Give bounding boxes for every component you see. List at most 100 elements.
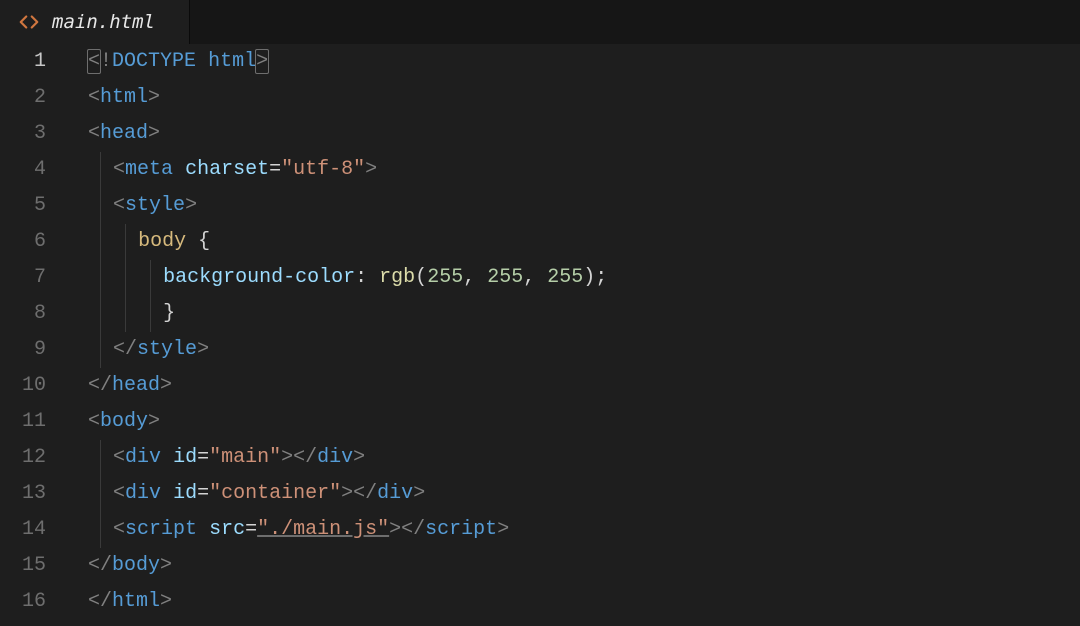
token-semi: ;: [595, 266, 607, 289]
token-doctype-kw: html: [208, 50, 256, 73]
line-number: 14: [0, 512, 46, 548]
token-punct: >: [365, 158, 377, 181]
token-string: "container": [209, 482, 341, 505]
token-punct: >: [148, 122, 160, 145]
token-punct: >: [160, 554, 172, 577]
code-line[interactable]: </head>: [88, 368, 1080, 404]
code-line[interactable]: <script src="./main.js"></script>: [88, 512, 1080, 548]
code-line[interactable]: }: [88, 296, 1080, 332]
code-line[interactable]: <html>: [88, 80, 1080, 116]
code-area[interactable]: <!DOCTYPE html><html><head> <meta charse…: [66, 44, 1080, 626]
editor[interactable]: 12345678910111213141516 <!DOCTYPE html><…: [0, 44, 1080, 626]
code-line[interactable]: </style>: [88, 332, 1080, 368]
line-number: 2: [0, 80, 46, 116]
tab-title: main.html: [52, 11, 155, 33]
token-num: 255: [427, 266, 463, 289]
gutter: 12345678910111213141516: [0, 44, 66, 626]
token-punct: >: [148, 86, 160, 109]
code-line[interactable]: <body>: [88, 404, 1080, 440]
token-tag: div: [317, 446, 353, 469]
token-text: ,: [463, 266, 487, 289]
indent-guide: [125, 296, 138, 332]
indent-guide: [125, 224, 138, 260]
token-tag: div: [125, 446, 161, 469]
line-number: 12: [0, 440, 46, 476]
token-eq: =: [269, 158, 281, 181]
tab-bar: main.html: [0, 0, 1080, 44]
token-punct: >: [160, 374, 172, 397]
token-text: [161, 482, 173, 505]
token-tag: body: [100, 410, 148, 433]
token-string: "utf-8": [281, 158, 365, 181]
token-text: ,: [523, 266, 547, 289]
code-line[interactable]: </html>: [88, 584, 1080, 620]
token-attr: src: [209, 518, 245, 541]
line-number: 8: [0, 296, 46, 332]
indent-guide: [150, 260, 163, 296]
token-punct: <: [88, 122, 100, 145]
token-tag: style: [137, 338, 197, 361]
token-string: "./main.js": [257, 518, 389, 541]
token-tag: html: [112, 590, 160, 613]
tab-main-html[interactable]: main.html: [0, 0, 190, 44]
code-line[interactable]: <!DOCTYPE html>: [88, 44, 1080, 80]
token-eq: =: [197, 446, 209, 469]
token-tag: body: [112, 554, 160, 577]
code-line[interactable]: <div id="container"></div>: [88, 476, 1080, 512]
token-brace: ): [583, 266, 595, 289]
indent-guide: [100, 440, 113, 476]
token-text: [196, 50, 208, 73]
code-line[interactable]: <meta charset="utf-8">: [88, 152, 1080, 188]
token-punct: </: [88, 590, 112, 613]
token-tag: div: [125, 482, 161, 505]
token-punct: >: [185, 194, 197, 217]
token-prop: background-color: [163, 266, 355, 289]
line-number: 4: [0, 152, 46, 188]
code-line[interactable]: <head>: [88, 116, 1080, 152]
token-punct: </: [88, 374, 112, 397]
token-tag: head: [112, 374, 160, 397]
code-line[interactable]: <style>: [88, 188, 1080, 224]
line-number: 13: [0, 476, 46, 512]
code-line[interactable]: <div id="main"></div>: [88, 440, 1080, 476]
indent-guide: [100, 188, 113, 224]
token-colon: :: [355, 266, 367, 289]
token-string: "main": [209, 446, 281, 469]
token-punct: >: [281, 446, 293, 469]
token-eq: =: [197, 482, 209, 505]
token-attr: charset: [185, 158, 269, 181]
token-tag: script: [425, 518, 497, 541]
token-attr: id: [173, 446, 197, 469]
line-number: 11: [0, 404, 46, 440]
token-func: rgb: [379, 266, 415, 289]
token-tag: head: [100, 122, 148, 145]
indent-guide: [100, 260, 113, 296]
code-line[interactable]: background-color: rgb(255, 255, 255);: [88, 260, 1080, 296]
indent-guide: [100, 152, 113, 188]
line-number: 15: [0, 548, 46, 584]
indent-guide: [100, 224, 113, 260]
token-text: [186, 230, 198, 253]
line-number: 7: [0, 260, 46, 296]
token-punct: >: [341, 482, 353, 505]
token-punct: >: [148, 410, 160, 433]
token-brace: {: [198, 230, 210, 253]
token-punct: >: [256, 50, 268, 73]
token-punct: !: [100, 50, 112, 73]
token-punct: </: [353, 482, 377, 505]
token-punct: <: [113, 194, 125, 217]
indent-guide: [100, 476, 113, 512]
indent-guide: [150, 296, 163, 332]
token-brace: }: [163, 302, 175, 325]
token-punct: >: [197, 338, 209, 361]
token-tag: DOCTYPE: [112, 50, 196, 73]
token-tag: div: [377, 482, 413, 505]
token-punct: <: [88, 410, 100, 433]
token-punct: </: [401, 518, 425, 541]
code-line[interactable]: </body>: [88, 548, 1080, 584]
token-punct: >: [413, 482, 425, 505]
token-punct: <: [113, 446, 125, 469]
token-punct: </: [88, 554, 112, 577]
code-line[interactable]: body {: [88, 224, 1080, 260]
token-punct: <: [88, 86, 100, 109]
